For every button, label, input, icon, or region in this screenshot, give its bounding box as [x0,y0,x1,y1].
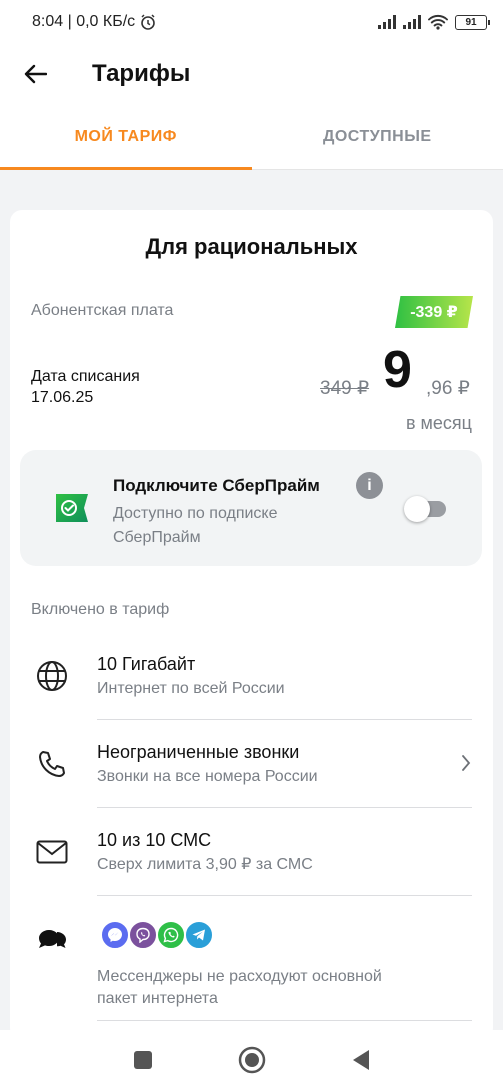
included-label: Включено в тариф [31,601,170,618]
signal-icon-2 [403,15,421,29]
divider [97,719,472,720]
messenger-icon [100,920,130,950]
status-bar: 8:04 | 0,0 КБ/с 91 [0,0,503,44]
battery-level: 91 [465,16,477,28]
chat-bubbles-icon [34,922,70,958]
charge-date-label: Дата списания [31,368,140,385]
fee-label: Абонентская плата [31,302,174,319]
divider [97,807,472,808]
status-time-speed: 8:04 | 0,0 КБ/с [32,13,136,30]
feature-title: 10 Гигабайт [97,654,196,674]
viber-icon [128,920,158,950]
battery-icon: 91 [455,14,490,30]
back-button[interactable] [0,44,70,104]
feature-title: Неограниченные звонки [97,742,300,762]
system-nav-bar [0,1030,503,1090]
feature-subtitle: Звонки на все номера России [97,768,318,785]
feature-subtitle: Сверх лимита 3,90 ₽ за СМС [97,856,313,873]
price-fraction: ,96 ₽ [426,378,470,399]
signal-icon [378,15,396,29]
feature-subtitle: Мессенджеры не расходуют основной пакет … [97,968,382,1007]
wifi-icon [428,15,448,30]
feature-title: 10 из 10 СМС [97,830,212,850]
tariff-card: Для рациональных Абонентская плата -339 … [10,210,493,1040]
recents-button[interactable] [133,1050,153,1070]
alarm-icon [141,14,155,30]
price-integer: 9 [383,341,412,399]
back-nav-button[interactable] [351,1049,371,1071]
home-button[interactable] [238,1046,266,1074]
telegram-icon [184,920,214,950]
chevron-right-icon [462,755,471,771]
discount-badge: -339 ₽ [395,296,473,328]
tab-bar: МОЙ ТАРИФ ДОСТУПНЫЕ [0,104,503,170]
mail-icon [34,834,70,870]
toggle-knob [404,496,430,522]
phone-icon [34,746,70,782]
messenger-icons [100,920,214,950]
sberprime-logo-icon [56,494,88,522]
app-bar: Тарифы [0,44,503,104]
promo-subtitle: Доступно по подписке СберПрайм [113,505,278,546]
price-period: в месяц [405,413,472,433]
globe-icon [34,658,70,694]
page-title: Тарифы [92,60,191,87]
tab-my-tariff[interactable]: МОЙ ТАРИФ [0,104,252,170]
sberprime-promo[interactable]: Подключите СберПрайм i Доступно по подпи… [20,450,482,566]
charge-date-value: 17.06.25 [31,389,94,406]
whatsapp-icon [156,920,186,950]
arrow-left-icon [24,64,47,84]
feature-subtitle: Интернет по всей России [97,680,285,697]
tab-available[interactable]: ДОСТУПНЫЕ [252,104,503,169]
tariff-name: Для рациональных [145,234,358,259]
info-icon[interactable]: i [356,472,383,499]
divider [97,895,472,896]
old-price: 349 ₽ [320,378,370,399]
promo-title: Подключите СберПрайм [113,476,320,495]
sberprime-toggle[interactable] [404,496,446,522]
divider [97,1020,472,1021]
